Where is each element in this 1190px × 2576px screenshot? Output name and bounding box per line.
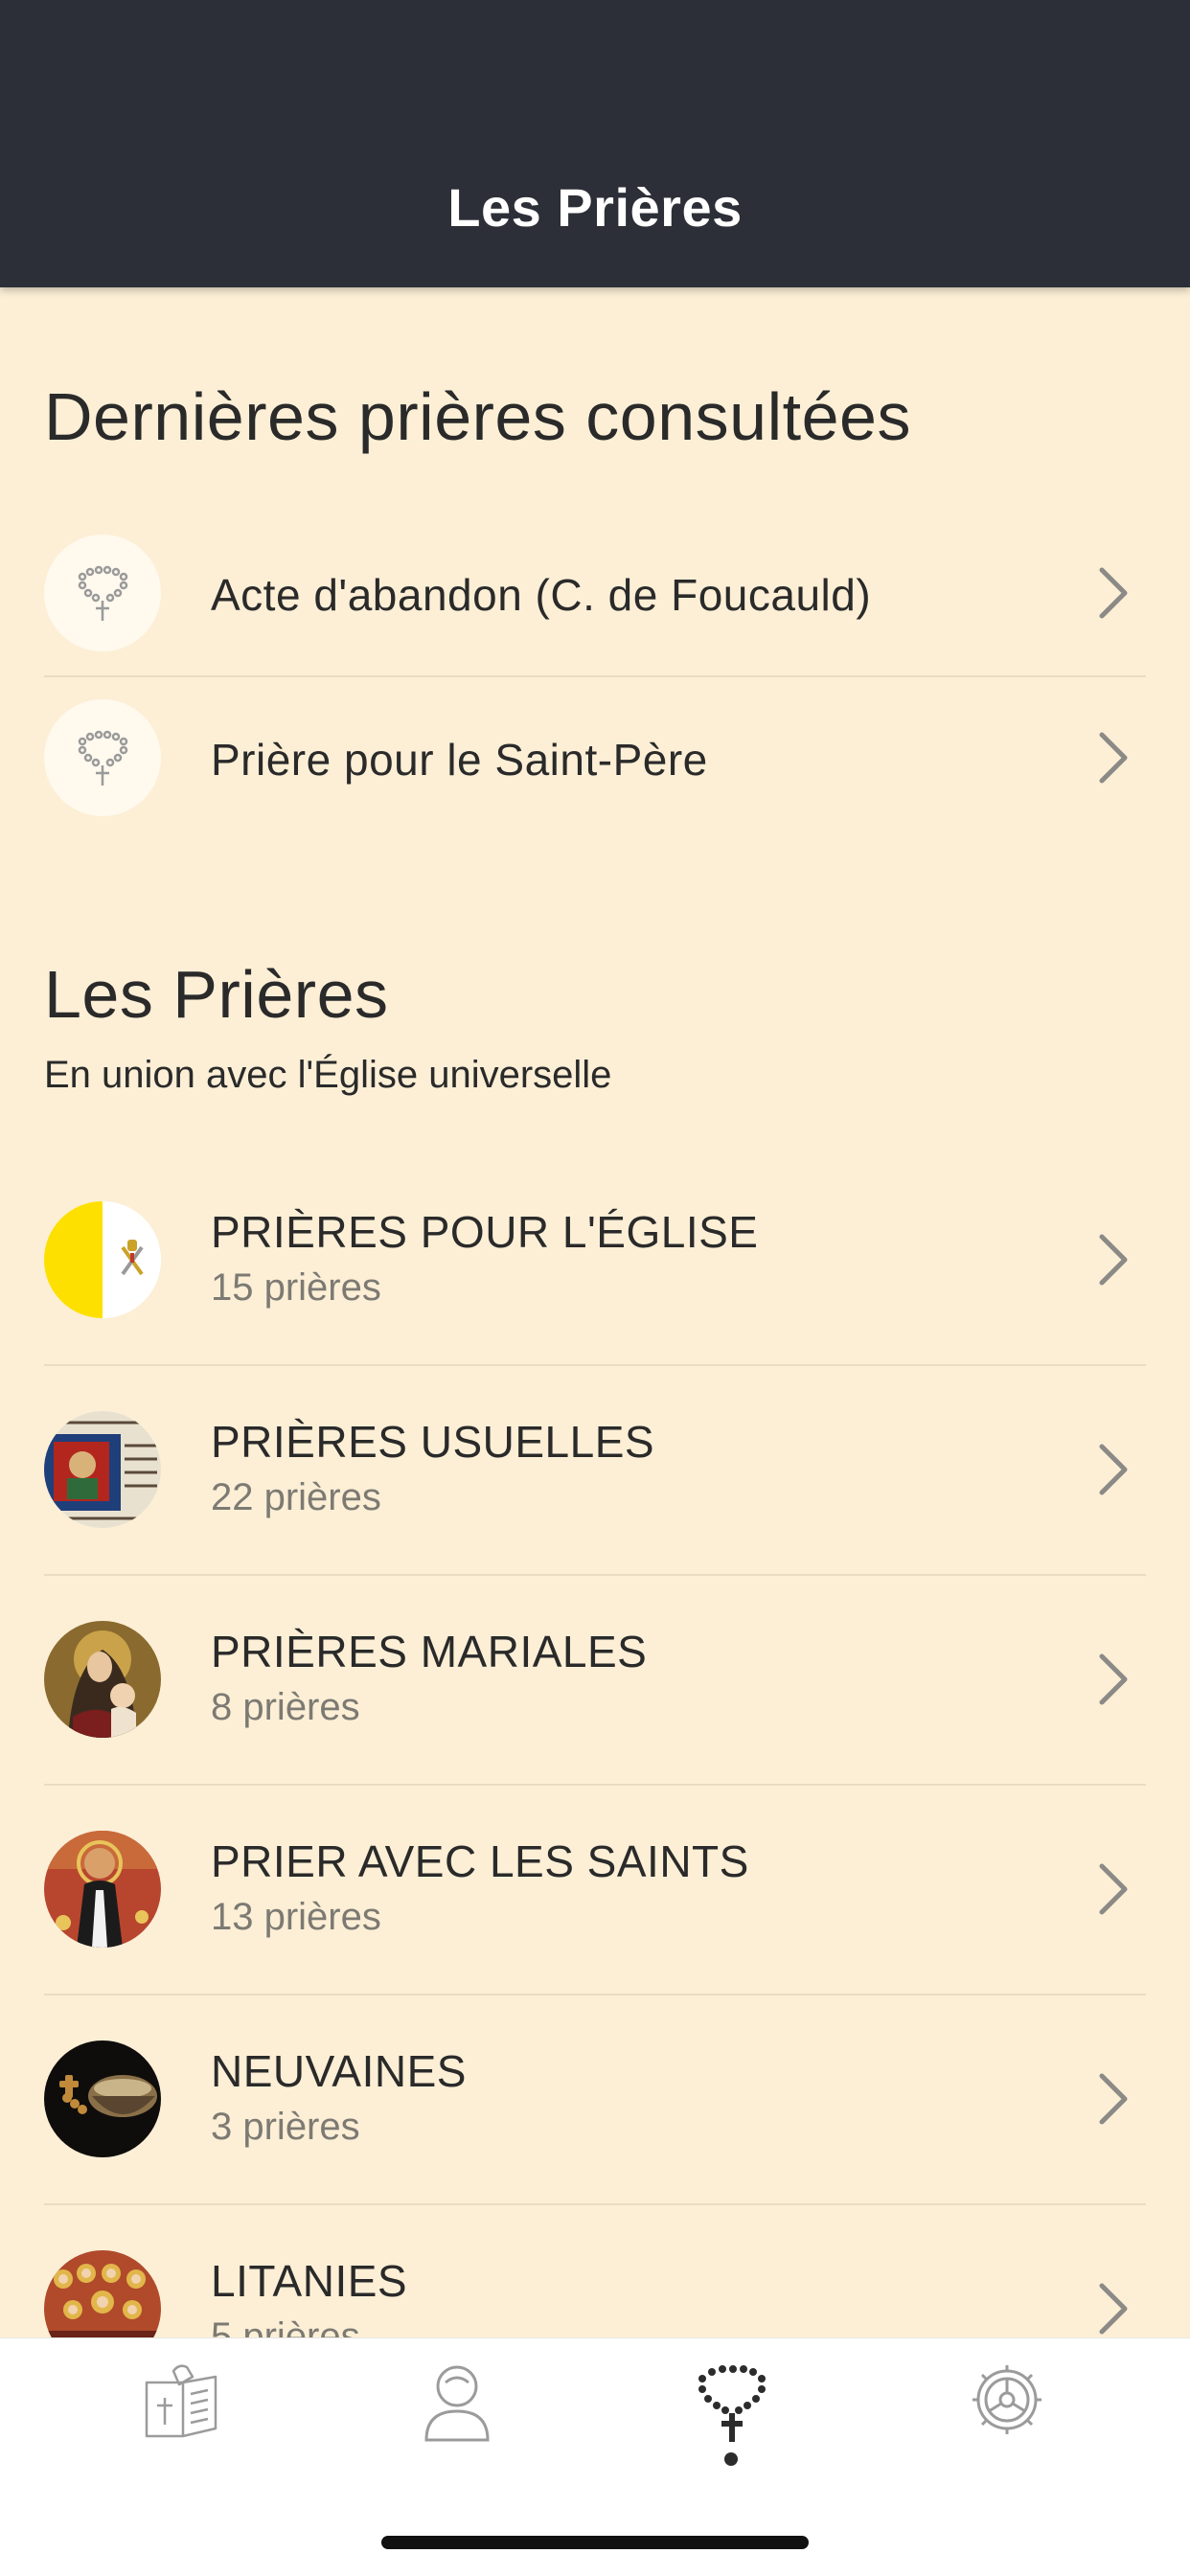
rosary-icon: [44, 699, 161, 816]
prayers-section-subtitle: En union avec l'Église universelle: [44, 1054, 612, 1096]
category-item[interactable]: PRIÈRES POUR L'ÉGLISE 15 prières: [44, 1201, 1146, 1318]
vatican-flag-icon: [44, 1201, 161, 1318]
virgin-and-child-icon: [44, 1621, 161, 1738]
category-item[interactable]: PRIÈRES USUELLES 22 prières: [44, 1411, 1146, 1528]
chevron-right-icon: [1099, 1653, 1128, 1705]
chevron-right-icon: [1099, 1444, 1128, 1495]
chevron-right-icon: [1099, 2073, 1128, 2125]
recent-prayer-item[interactable]: Prière pour le Saint-Père: [44, 699, 1146, 816]
chevron-right-icon: [1099, 732, 1128, 784]
divider: [44, 1364, 1146, 1366]
rosary-bowl-icon: [44, 2040, 161, 2157]
chevron-right-icon: [1099, 1863, 1128, 1915]
saints-assembly-icon: [44, 2250, 161, 2337]
chevron-right-icon: [1099, 2283, 1128, 2335]
navigation-bar: Les Prières: [0, 0, 1190, 287]
category-label: PRIÈRES MARIALES: [211, 1627, 648, 1676]
person-icon: [424, 2365, 490, 2442]
category-label: PRIER AVEC LES SAINTS: [211, 1836, 749, 1886]
divider: [44, 1574, 1146, 1576]
category-label: PRIÈRES USUELLES: [211, 1417, 655, 1467]
divider: [44, 1994, 1146, 1995]
gear-icon: [973, 2365, 1041, 2434]
category-count: 3 prières: [211, 2106, 360, 2148]
category-item[interactable]: PRIER AVEC LES SAINTS 13 prières: [44, 1831, 1146, 1948]
saint-painting-icon: [44, 1831, 161, 1948]
tab-missal[interactable]: [119, 2356, 243, 2471]
recent-prayer-label: Acte d'abandon (C. de Foucauld): [211, 570, 872, 620]
category-count: 22 prières: [211, 1476, 381, 1518]
chevron-right-icon: [1099, 567, 1128, 619]
category-label: NEUVAINES: [211, 2046, 467, 2096]
prayers-section-title: Les Prières: [44, 957, 389, 1032]
category-label: LITANIES: [211, 2256, 408, 2306]
category-item[interactable]: PRIÈRES MARIALES 8 prières: [44, 1621, 1146, 1738]
home-indicator[interactable]: [381, 2536, 809, 2549]
category-item[interactable]: NEUVAINES 3 prières: [44, 2040, 1146, 2157]
missal-icon: [145, 2364, 217, 2438]
category-count: 5 prières: [211, 2315, 360, 2337]
illuminated-manuscript-icon: [44, 1411, 161, 1528]
category-count: 8 prières: [211, 1686, 360, 1728]
category-count: 13 prières: [211, 1896, 381, 1938]
divider: [44, 1784, 1146, 1786]
category-count: 15 prières: [211, 1266, 381, 1309]
category-item[interactable]: LITANIES 5 prières: [44, 2250, 1146, 2337]
tab-settings[interactable]: [945, 2356, 1069, 2471]
recent-section-title: Dernières prières consultées: [44, 379, 911, 454]
prayers-screen-content[interactable]: Dernières prières consultées Acte d'aban…: [0, 287, 1190, 2337]
recent-prayer-item[interactable]: Acte d'abandon (C. de Foucauld): [44, 535, 1146, 651]
rosary-icon: [44, 535, 161, 651]
active-tab-indicator: [724, 2452, 738, 2466]
recent-prayer-label: Prière pour le Saint-Père: [211, 735, 708, 785]
category-label: PRIÈRES POUR L'ÉGLISE: [211, 1207, 759, 1257]
divider: [44, 675, 1146, 677]
chevron-right-icon: [1099, 1234, 1128, 1286]
page-title: Les Prières: [447, 177, 743, 238]
divider: [44, 2203, 1146, 2205]
tab-profile[interactable]: [395, 2356, 519, 2471]
rosary-icon: [698, 2365, 766, 2442]
